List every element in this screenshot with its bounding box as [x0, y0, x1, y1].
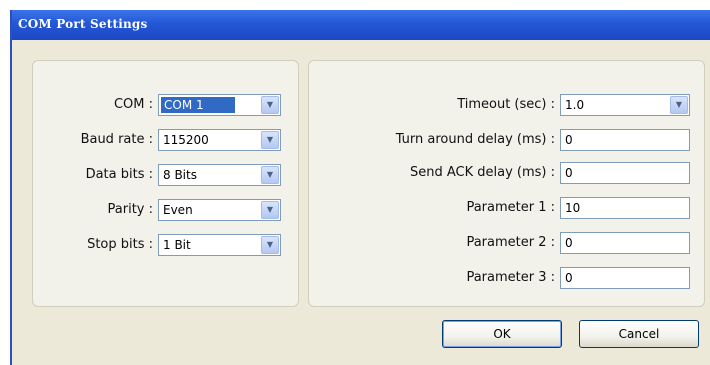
cancel-button[interactable]: Cancel	[579, 320, 699, 348]
stop-bits-value: 1 Bit	[163, 238, 191, 252]
baud-rate-select[interactable]: 115200 ▼	[158, 129, 281, 151]
com-select[interactable]: COM 1 ▼	[158, 94, 281, 116]
serial-settings-panel: COM : COM 1 ▼ Baud rate : 115200 ▼ Data …	[32, 60, 299, 307]
baud-rate-row: Baud rate : 115200 ▼	[33, 129, 298, 153]
turn-around-input[interactable]: 0	[560, 129, 690, 151]
chevron-down-icon[interactable]: ▼	[261, 201, 279, 219]
parameter-2-value: 0	[565, 236, 573, 250]
parity-row: Parity : Even ▼	[33, 199, 298, 223]
title-bar[interactable]: COM Port Settings	[12, 10, 710, 40]
parameter-3-row: Parameter 3 : 0	[309, 267, 704, 291]
com-port-settings-dialog: COM Port Settings COM : COM 1 ▼ Baud rat…	[10, 10, 710, 365]
baud-rate-value: 115200	[163, 133, 209, 147]
turn-around-label: Turn around delay (ms) :	[395, 132, 555, 147]
parameter-3-input[interactable]: 0	[560, 267, 690, 289]
parameter-1-input[interactable]: 10	[560, 197, 690, 219]
parameter-1-value: 10	[565, 201, 581, 215]
parameter-2-label: Parameter 2 :	[466, 235, 555, 250]
timeout-row: Timeout (sec) : 1.0 ▼	[309, 94, 704, 118]
send-ack-row: Send ACK delay (ms) : 0	[309, 162, 704, 186]
data-bits-select[interactable]: 8 Bits ▼	[158, 164, 281, 186]
com-row: COM : COM 1 ▼	[33, 94, 298, 118]
data-bits-row: Data bits : 8 Bits ▼	[33, 164, 298, 188]
stop-bits-select[interactable]: 1 Bit ▼	[158, 234, 281, 256]
turn-around-row: Turn around delay (ms) : 0	[309, 129, 704, 153]
send-ack-input[interactable]: 0	[560, 162, 690, 184]
stop-bits-row: Stop bits : 1 Bit ▼	[33, 234, 298, 258]
parameter-3-label: Parameter 3 :	[466, 270, 555, 285]
baud-rate-label: Baud rate :	[80, 132, 153, 147]
parameter-3-value: 0	[565, 271, 573, 285]
chevron-down-icon[interactable]: ▼	[261, 236, 279, 254]
ok-button[interactable]: OK	[442, 320, 562, 348]
stop-bits-label: Stop bits :	[87, 237, 153, 252]
parameter-1-row: Parameter 1 : 10	[309, 197, 704, 221]
chevron-down-icon[interactable]: ▼	[261, 166, 279, 184]
com-value: COM 1	[161, 97, 235, 113]
parity-select[interactable]: Even ▼	[158, 199, 281, 221]
parameter-2-row: Parameter 2 : 0	[309, 232, 704, 256]
data-bits-label: Data bits :	[85, 167, 153, 182]
turn-around-value: 0	[565, 133, 573, 147]
chevron-down-icon[interactable]: ▼	[670, 96, 688, 114]
chevron-down-icon[interactable]: ▼	[261, 96, 279, 114]
parity-value: Even	[163, 203, 193, 217]
send-ack-label: Send ACK delay (ms) :	[409, 165, 555, 180]
parameter-2-input[interactable]: 0	[560, 232, 690, 254]
chevron-down-icon[interactable]: ▼	[261, 131, 279, 149]
parity-label: Parity :	[107, 202, 153, 217]
window-title: COM Port Settings	[18, 17, 148, 31]
timeout-value: 1.0	[565, 98, 585, 112]
timeout-label: Timeout (sec) :	[457, 97, 555, 112]
com-label: COM :	[113, 97, 153, 112]
timeout-select[interactable]: 1.0 ▼	[560, 94, 690, 116]
parameter-1-label: Parameter 1 :	[466, 200, 555, 215]
data-bits-value: 8 Bits	[163, 168, 197, 182]
send-ack-value: 0	[565, 166, 573, 180]
timing-parameters-panel: Timeout (sec) : 1.0 ▼ Turn around delay …	[308, 60, 705, 307]
